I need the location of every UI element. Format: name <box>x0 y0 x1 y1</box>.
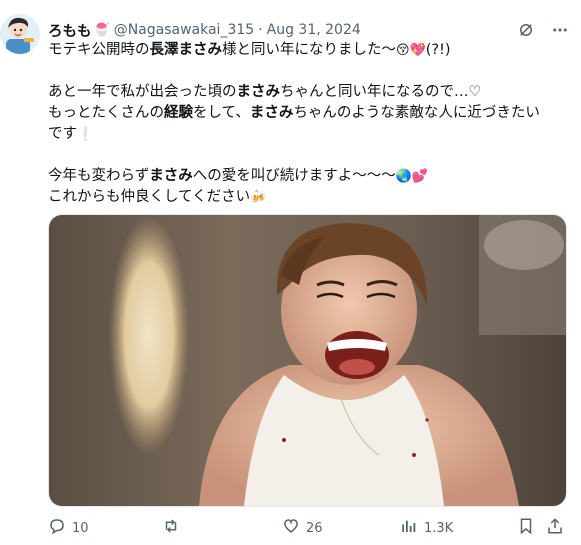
post-text-line-4: です❕ <box>48 126 94 142</box>
post-text-line-3: もっとたくさんの経験をして、まさみちゃんのような素敵な人に近づきたい <box>48 105 540 121</box>
post-date[interactable]: Aug 31, 2024 <box>267 22 361 38</box>
name-emoji: 🍧 <box>93 22 110 38</box>
bookmark-icon <box>517 517 535 539</box>
separator: · <box>258 22 263 38</box>
repost-icon <box>162 517 180 539</box>
post-text-line-5: 今年も変わらずまさみへの愛を叫び続けますよ〜〜〜🌏💕 <box>48 168 429 184</box>
like-count: 26 <box>306 520 323 536</box>
bookmark-button[interactable] <box>517 517 535 539</box>
reply-button[interactable]: 10 <box>48 517 89 539</box>
more-icon[interactable] <box>548 18 572 42</box>
handle[interactable]: @Nagasawakai_315 <box>114 22 254 38</box>
tweet: ろもも 🍧 @Nagasawakai_315 · Aug 31, 2024 モテ… <box>0 0 581 545</box>
grok-icon[interactable] <box>514 18 538 42</box>
views-count: 1.3K <box>424 520 454 536</box>
post-text-line-6: これからも仲良くしてください🍻 <box>48 189 267 205</box>
post-header: ろもも 🍧 @Nagasawakai_315 · Aug 31, 2024 <box>48 19 581 41</box>
share-button[interactable] <box>546 517 564 539</box>
post-text-line-2: あと一年で私が出会った頃のまさみちゃんと同い年になるので…♡ <box>48 84 482 100</box>
views-button[interactable]: 1.3K <box>400 517 453 539</box>
repost-button[interactable] <box>162 517 186 539</box>
avatar[interactable] <box>0 14 40 54</box>
views-icon <box>400 517 418 539</box>
like-icon <box>282 517 300 539</box>
reply-count: 10 <box>72 520 89 536</box>
action-bar: 10 26 1.3K <box>48 517 568 539</box>
post-photo[interactable] <box>48 214 567 507</box>
share-icon <box>546 517 564 539</box>
reply-icon <box>48 517 66 539</box>
like-button[interactable]: 26 <box>282 517 323 539</box>
display-name[interactable]: ろもも <box>48 20 92 41</box>
post-text-line-1: モテキ公開時の長澤まさみ様と同い年になりました〜😚💖(?!) <box>48 42 451 58</box>
